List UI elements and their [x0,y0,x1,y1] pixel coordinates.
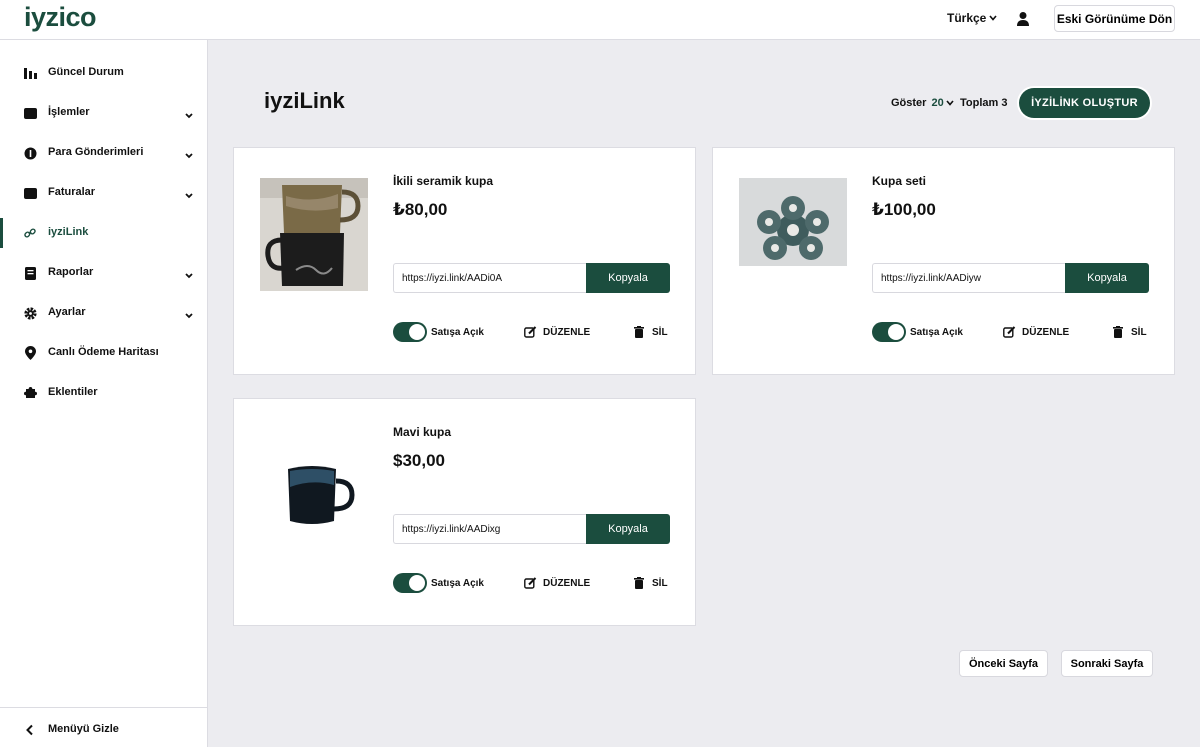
chevron-down-icon [989,14,997,23]
logo[interactable]: iyzico [24,2,97,33]
bar-chart-icon [23,66,37,80]
page-size-select[interactable]: 20 [931,97,954,109]
copy-link-button[interactable]: Kopyala [586,514,670,544]
sidebar-item-islemler[interactable]: İşlemler [0,98,207,128]
product-link-field[interactable]: https://iyzi.link/AADiyw [872,263,1067,293]
sidebar-item-label: Para Gönderimleri [48,146,144,158]
puzzle-icon [23,386,37,400]
product-name: İkili seramik kupa [393,174,494,188]
sidebar-item-label: İşlemler [48,106,90,118]
toggle-knob [409,324,425,340]
next-page-button[interactable]: Sonraki Sayfa [1061,650,1153,677]
link-icon [23,226,37,240]
map-pin-icon [23,346,37,360]
product-price: ₺100,00 [872,200,936,219]
product-image [260,429,368,542]
old-view-button[interactable]: Eski Görünüme Dön [1054,5,1175,32]
product-image [260,178,368,291]
product-name: Mavi kupa [393,425,452,439]
sidebar-item-ayarlar[interactable]: Ayarlar [0,298,207,328]
language-label: Türkçe [947,11,987,25]
edit-button[interactable]: DÜZENLE [1003,326,1069,338]
invoice-icon [23,186,37,200]
sale-status-label: Satışa Açık [431,578,484,589]
product-card: Kupa seti ₺100,00 https://iyzi.link/AADi… [712,147,1175,375]
coin-icon [23,146,37,160]
report-icon [23,266,37,280]
sidebar-item-label: Canlı Ödeme Haritası [48,346,159,358]
product-price: ₺80,00 [393,200,448,219]
sidebar-item-iyzilink[interactable]: iyziLink [0,218,207,248]
sale-toggle[interactable] [393,573,427,593]
chevron-down-icon [184,147,194,159]
chevron-down-icon [946,100,954,106]
trash-icon [634,326,644,338]
sale-toggle[interactable] [872,322,906,342]
sidebar-item-label: Eklentiler [48,386,98,398]
delete-label: SİL [652,326,668,338]
sidebar-item-raporlar[interactable]: Raporlar [0,258,207,288]
chevron-down-icon [184,307,194,319]
page-title: iyziLink [264,88,345,113]
product-name: Kupa seti [872,174,927,188]
product-price: $30,00 [393,451,445,470]
sidebar-item-label: Güncel Durum [48,66,124,78]
edit-label: DÜZENLE [543,326,591,338]
edit-label: DÜZENLE [1022,326,1070,338]
toggle-knob [888,324,904,340]
copy-link-button[interactable]: Kopyala [1065,263,1149,293]
hide-menu-label: Menüyü Gizle [48,723,119,735]
delete-button[interactable]: SİL [1113,326,1147,338]
sidebar: Güncel Durum İşlemler Para Gönderimleri … [0,40,208,747]
edit-icon [1003,326,1016,338]
chevron-down-icon [184,107,194,119]
product-link-field[interactable]: https://iyzi.link/AADi0A [393,263,588,293]
sidebar-item-label: Raporlar [48,266,94,278]
edit-button[interactable]: DÜZENLE [524,577,590,589]
total-count: Toplam 3 [960,97,1008,109]
page-size-value: 20 [931,97,944,109]
trash-icon [634,577,644,589]
sidebar-item-eklentiler[interactable]: Eklentiler [0,378,207,408]
language-selector[interactable]: Türkçe [947,11,997,25]
chevron-down-icon [184,187,194,199]
product-image [739,178,847,291]
user-icon[interactable] [1016,11,1030,27]
product-link-field[interactable]: https://iyzi.link/AADixg [393,514,588,544]
delete-label: SİL [652,577,668,589]
sidebar-item-para-gonderimleri[interactable]: Para Gönderimleri [0,138,207,168]
hide-menu-button[interactable]: Menüyü Gizle [0,707,207,747]
create-iyzilink-button[interactable]: İYZİLİNK OLUŞTUR [1019,88,1150,118]
edit-button[interactable]: DÜZENLE [524,326,590,338]
edit-icon [524,577,537,589]
delete-label: SİL [1131,326,1147,338]
sidebar-item-label: iyziLink [48,226,89,238]
product-card: İkili seramik kupa ₺80,00 https://iyzi.l… [233,147,696,375]
top-bar: iyzico Türkçe Eski Görünüme Dön [0,0,1200,40]
copy-link-button[interactable]: Kopyala [586,263,670,293]
show-label: Göster [891,97,927,109]
previous-page-button[interactable]: Önceki Sayfa [959,650,1048,677]
sidebar-item-guncel-durum[interactable]: Güncel Durum [0,58,207,88]
chevron-down-icon [184,267,194,279]
chevron-left-icon [25,723,35,736]
edit-icon [524,326,537,338]
toggle-knob [409,575,425,591]
sidebar-item-canli-odeme-haritasi[interactable]: Canlı Ödeme Haritası [0,338,207,368]
trash-icon [1113,326,1123,338]
sale-status-label: Satışa Açık [431,327,484,338]
sidebar-item-label: Faturalar [48,186,96,198]
sale-toggle[interactable] [393,322,427,342]
product-card: Mavi kupa $30,00 https://iyzi.link/AADix… [233,398,696,626]
page-size-control: Göster 20 [891,97,954,109]
sidebar-item-label: Ayarlar [48,306,86,318]
sidebar-item-faturalar[interactable]: Faturalar [0,178,207,208]
sale-status-label: Satışa Açık [910,327,963,338]
delete-button[interactable]: SİL [634,577,668,589]
gear-icon [23,306,37,320]
delete-button[interactable]: SİL [634,326,668,338]
edit-label: DÜZENLE [543,577,591,589]
wallet-icon [23,106,37,120]
